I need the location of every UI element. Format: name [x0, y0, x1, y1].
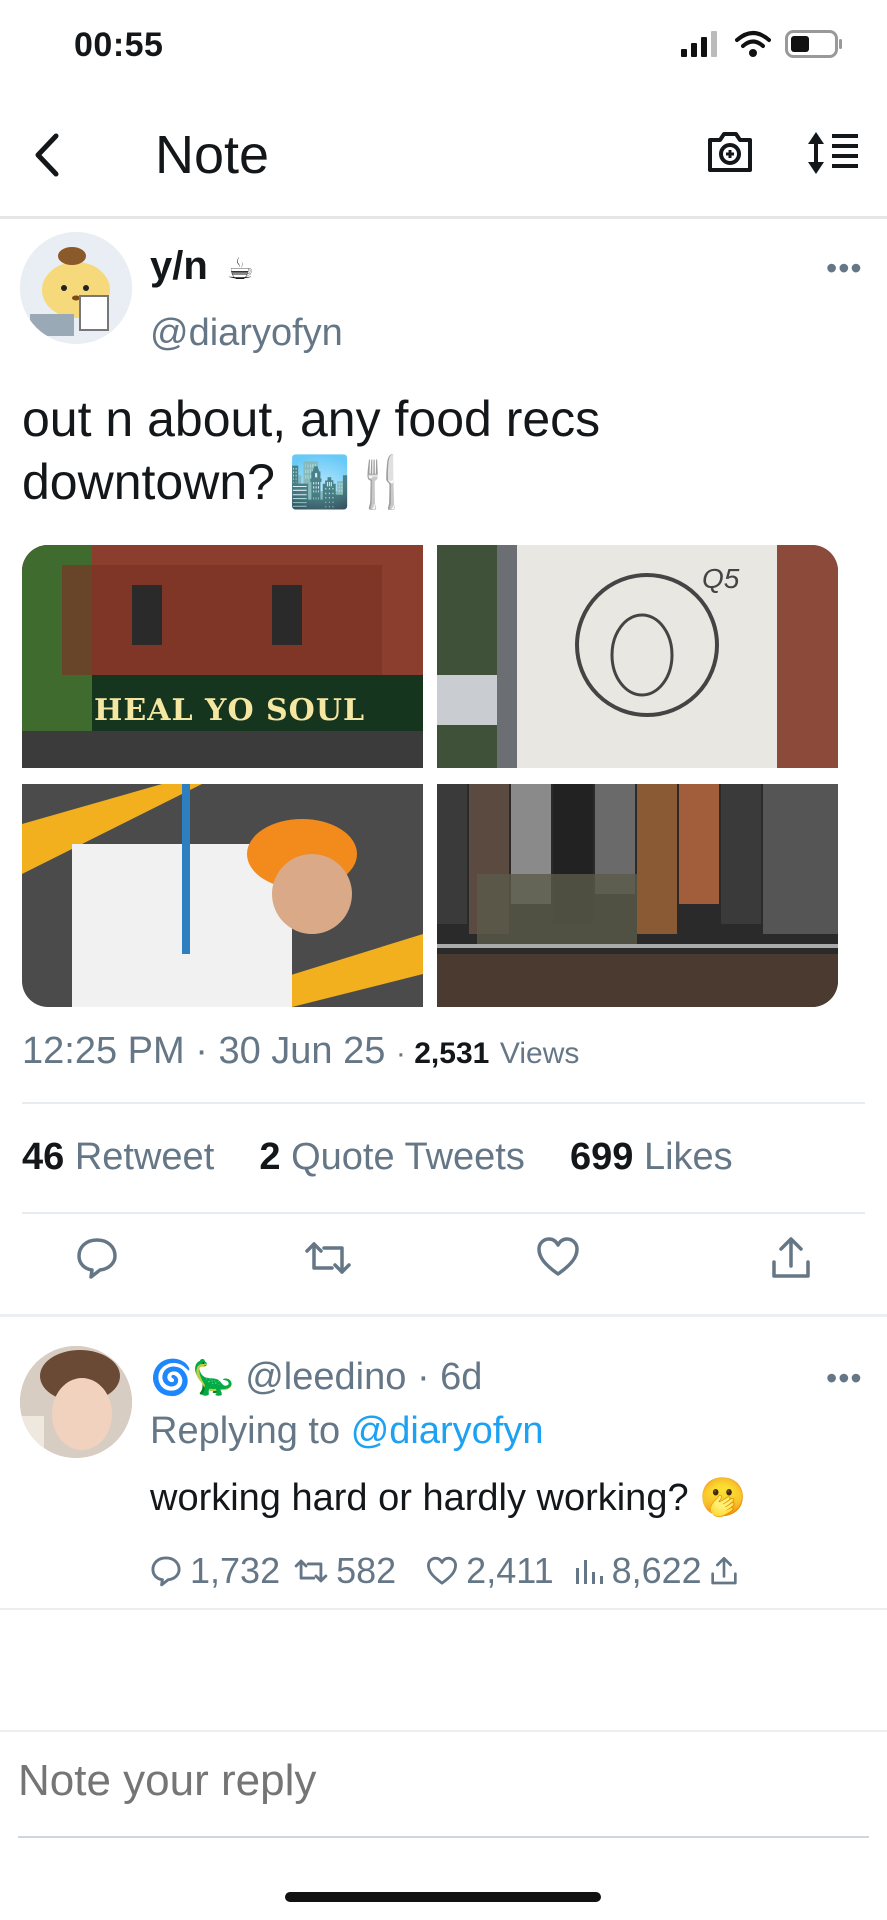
- replying-to-prefix: Replying to: [150, 1410, 341, 1452]
- reply-action-bar: 1,732 582 2,411 8,622: [150, 1550, 738, 1592]
- reply-retweets-count: 582: [336, 1550, 397, 1591]
- status-icons: [681, 30, 843, 58]
- tweet-text-line: out n about, any food recs: [22, 391, 601, 447]
- reply-replies[interactable]: 1,732: [150, 1550, 280, 1592]
- reply-replies-count: 1,732: [190, 1550, 281, 1591]
- replying-to-link[interactable]: @diaryofyn: [351, 1410, 544, 1452]
- section-divider: [0, 1314, 887, 1317]
- nav-header: Note: [0, 100, 887, 219]
- retweet-icon[interactable]: [304, 1236, 352, 1280]
- like-heart-icon[interactable]: [536, 1236, 580, 1278]
- reply-handle[interactable]: @leedino: [245, 1356, 406, 1398]
- quotes-label: Quote Tweets: [291, 1136, 525, 1178]
- media-image-climbing[interactable]: [22, 784, 423, 1007]
- reply-input[interactable]: [18, 1756, 858, 1806]
- media-caption: HEAL YO SOUL: [94, 693, 366, 728]
- retweets-count: 46: [22, 1136, 65, 1178]
- views-label: Views: [499, 1037, 580, 1070]
- reply-text: working hard or hardly working? 🫢: [150, 1477, 747, 1519]
- share-icon[interactable]: [770, 1236, 812, 1280]
- views-count: 2,531: [414, 1037, 490, 1070]
- reply-icon: [151, 1556, 181, 1587]
- home-indicator[interactable]: [285, 1892, 601, 1902]
- reply-icon[interactable]: [75, 1236, 119, 1280]
- author-name-text: y/n: [150, 244, 208, 288]
- meta-separator: ·: [395, 1037, 415, 1070]
- quotes-count: 2: [259, 1136, 281, 1178]
- sort-icon[interactable]: [806, 130, 862, 176]
- reply-avatar-image: [20, 1346, 132, 1458]
- meta-separator: ·: [195, 1030, 219, 1072]
- reply-avatar[interactable]: [20, 1346, 132, 1458]
- author-emoji: ☕: [226, 253, 254, 286]
- reply-likes[interactable]: 2,411: [426, 1550, 554, 1592]
- media-grid: HEAL YO SOUL Q5: [22, 545, 838, 1007]
- more-options-icon[interactable]: •••: [826, 250, 863, 287]
- retweets-stat[interactable]: 46 Retweet: [22, 1136, 214, 1178]
- reply-likes-count: 2,411: [466, 1550, 554, 1591]
- status-time: 00:55: [74, 26, 164, 64]
- reply-age: 6d: [440, 1356, 483, 1398]
- media-image-restaurant[interactable]: HEAL YO SOUL: [22, 545, 423, 768]
- retweets-label: Retweet: [74, 1136, 215, 1178]
- page-title: Note: [155, 125, 270, 185]
- reply-header: 🌀🦕 @leedino · 6d: [150, 1356, 482, 1399]
- section-divider: [0, 1608, 887, 1610]
- reply-retweets[interactable]: 582: [294, 1550, 396, 1592]
- pompompurin-avatar-image: [20, 232, 132, 344]
- wifi-icon: [735, 31, 771, 57]
- back-chevron-icon[interactable]: [28, 130, 68, 180]
- media-image-truck-graffiti[interactable]: Q5: [437, 545, 838, 768]
- camera-icon[interactable]: [706, 130, 754, 174]
- author-name[interactable]: y/n ☕: [150, 244, 254, 289]
- tweet-text: out n about, any food recs downtown? 🏙️🍴: [22, 388, 842, 514]
- reply-views[interactable]: 8,622: [574, 1550, 702, 1592]
- composer-divider: [0, 1730, 887, 1732]
- tweet-date: 30 Jun 25: [218, 1030, 386, 1072]
- likes-stat[interactable]: 699 Likes: [570, 1136, 733, 1178]
- meta-separator: ·: [416, 1356, 441, 1398]
- engagement-stats: 46 Retweet 2 Quote Tweets 699 Likes: [22, 1136, 733, 1179]
- views-chart-icon: [575, 1560, 603, 1584]
- like-heart-icon: [427, 1556, 458, 1585]
- replying-to: Replying to @diaryofyn: [150, 1410, 543, 1453]
- tweet-meta: 12:25 PM · 30 Jun 25 · 2,531 Views: [22, 1030, 579, 1073]
- tweet-text-line: downtown? 🏙️🍴: [22, 454, 414, 510]
- media-image-jackets[interactable]: [437, 784, 838, 1007]
- share-icon[interactable]: [710, 1556, 738, 1586]
- divider: [22, 1212, 865, 1214]
- divider: [22, 1102, 865, 1104]
- likes-label: Likes: [643, 1136, 733, 1178]
- likes-count: 699: [569, 1136, 634, 1178]
- author-handle[interactable]: @diaryofyn: [150, 312, 343, 355]
- signal-icon: [681, 31, 717, 57]
- reply-more-options-icon[interactable]: •••: [826, 1360, 863, 1397]
- tweet-action-bar: [0, 1236, 887, 1296]
- composer-underline: [18, 1836, 869, 1838]
- battery-icon: [785, 30, 842, 58]
- reply-emojis: 🌀🦕: [150, 1359, 235, 1397]
- quotes-stat[interactable]: 2 Quote Tweets: [259, 1136, 524, 1178]
- reply-views-count: 8,622: [611, 1550, 702, 1591]
- avatar[interactable]: [20, 232, 132, 344]
- tweet-time: 12:25 PM: [22, 1030, 185, 1072]
- media-caption: Q5: [702, 563, 740, 594]
- retweet-icon: [294, 1559, 328, 1583]
